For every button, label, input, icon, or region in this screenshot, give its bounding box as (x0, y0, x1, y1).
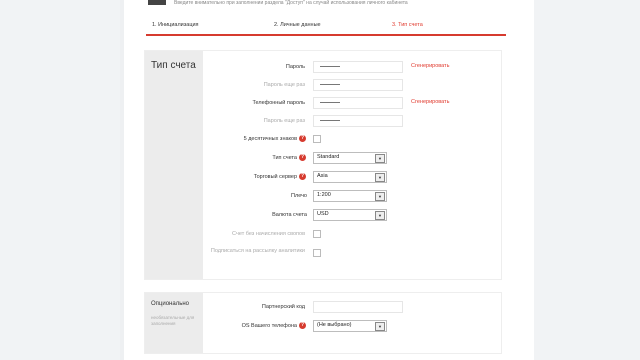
phone-os-select[interactable]: (Не выбрано) ▼ (313, 320, 387, 332)
account-type-value: Standard (317, 154, 340, 160)
right-background (534, 0, 640, 360)
step-1: 1. Инициализация (152, 22, 199, 28)
phone-password-repeat-mask (320, 120, 340, 121)
generate-phone-password-link[interactable]: Сгенерировать (411, 99, 449, 105)
step-indicator: 1. Инициализация 2. Личные данные 3. Тип… (146, 18, 506, 36)
leverage-value: 1:200 (317, 192, 331, 198)
chevron-down-icon: ▼ (375, 154, 385, 163)
panel-title: Тип счета (151, 60, 196, 71)
swap-free-label: Счет без начисления свопов (232, 231, 305, 237)
password-repeat-mask (320, 84, 340, 85)
password-field[interactable] (313, 61, 403, 73)
account-type-label: Тип счета (272, 155, 297, 161)
phone-password-label: Телефонный пароль (252, 100, 305, 106)
currency-label: Валюта счета (272, 212, 307, 218)
optional-title: Опционально (151, 301, 189, 307)
optional-panel-sidebar: Опционально необязательные для заполнени… (145, 293, 203, 353)
account-type-select[interactable]: Standard ▼ (313, 152, 387, 164)
password-repeat-field[interactable] (313, 79, 403, 91)
phone-password-repeat-field[interactable] (313, 115, 403, 127)
account-type-help-icon[interactable]: ? (299, 154, 306, 161)
newsletter-label: Подписаться на рассылку аналитики (210, 248, 305, 254)
partner-code-label: Партнерский код (261, 304, 305, 310)
leverage-label: Плечо (291, 193, 307, 199)
partner-code-field[interactable] (313, 301, 403, 313)
newsletter-checkbox[interactable] (313, 249, 321, 257)
left-background (0, 0, 120, 360)
phone-password-mask (320, 102, 340, 103)
phone-password-repeat-label: Пароль еще раз (263, 118, 305, 124)
generate-password-link[interactable]: Сгенерировать (411, 63, 449, 69)
chevron-down-icon: ▼ (375, 192, 385, 201)
panel-sidebar: Тип счета (145, 51, 203, 279)
phone-os-label: OS Вашего телефона (241, 323, 297, 329)
optional-subtitle: необязательные для заполнения (151, 315, 195, 326)
password-repeat-label: Пароль еще раз (263, 82, 305, 88)
leverage-select[interactable]: 1:200 ▼ (313, 190, 387, 202)
swap-free-checkbox[interactable] (313, 230, 321, 238)
step-3: 3. Тип счета (392, 22, 423, 28)
step-2: 2. Личные данные (274, 22, 321, 28)
chevron-down-icon: ▼ (375, 211, 385, 220)
server-label: Торговый сервер (253, 174, 297, 180)
header-note: Введите внимательно при заполнении разде… (174, 0, 408, 6)
optional-panel: Опционально необязательные для заполнени… (144, 292, 502, 354)
server-value: Asia (317, 173, 328, 179)
currency-value: USD (317, 211, 329, 217)
server-help-icon[interactable]: ? (299, 173, 306, 180)
decimals-label: 5 десятичных знаков (243, 136, 297, 142)
logo (148, 0, 166, 5)
password-mask (320, 66, 340, 67)
decimals-checkbox[interactable] (313, 135, 321, 143)
currency-select[interactable]: USD ▼ (313, 209, 387, 221)
steps-progress-line (146, 34, 506, 36)
account-type-panel: Тип счета Пароль Сгенерировать Пароль ещ… (144, 50, 502, 280)
password-label: Пароль (285, 64, 305, 70)
server-select[interactable]: Asia ▼ (313, 171, 387, 183)
decimals-help-icon[interactable]: ? (299, 135, 306, 142)
registration-page: Введите внимательно при заполнении разде… (124, 0, 534, 360)
phone-os-help-icon[interactable]: ? (299, 322, 306, 329)
chevron-down-icon: ▼ (375, 173, 385, 182)
phone-password-field[interactable] (313, 97, 403, 109)
chevron-down-icon: ▼ (375, 322, 385, 331)
phone-os-value: (Не выбрано) (317, 322, 352, 328)
